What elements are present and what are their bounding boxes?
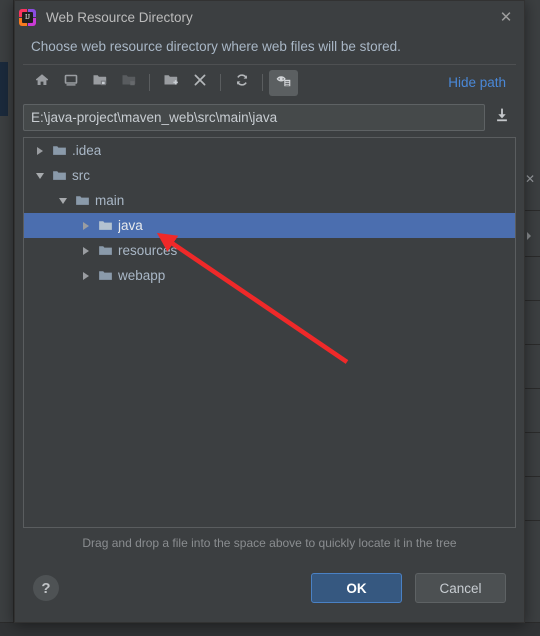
refresh-button[interactable] [227,70,256,96]
drag-drop-hint: Drag and drop a file into the space abov… [82,536,457,550]
download-icon [493,106,511,129]
home-button[interactable] [27,70,56,96]
project-directory-button[interactable] [85,70,114,96]
desktop-icon [63,72,79,93]
hide-path-link[interactable]: Hide path [448,75,512,90]
dialog-title: Web Resource Directory [46,9,193,25]
chevron-right-icon[interactable] [77,271,95,280]
tree-row[interactable]: webapp [24,263,515,288]
tree-item-label: java [118,218,143,233]
desktop-button[interactable] [56,70,85,96]
dialog-title-bar: IJ Web Resource Directory ✕ [15,1,524,33]
help-button[interactable]: ? [33,575,59,601]
delete-button[interactable] [185,70,214,96]
tree-item-label: src [72,168,90,183]
module-folder-icon [121,72,137,93]
close-icon[interactable]: ✕ [494,5,518,29]
download-button[interactable] [488,104,516,131]
background-close-icon: ✕ [524,172,536,186]
project-folder-icon [92,72,108,93]
toolbar-separator [149,74,150,91]
tree-item-label: .idea [72,143,102,158]
file-chooser-toolbar: Hide path [23,64,516,100]
tree-row[interactable]: resources [24,238,515,263]
ide-status-bar [0,622,540,636]
tree-row[interactable]: src [24,163,515,188]
dialog-subtitle: Choose web resource directory where web … [31,39,401,54]
folder-icon [95,268,115,283]
show-hidden-files-icon [276,72,292,93]
tree-row-selected[interactable]: java [24,213,515,238]
delete-icon [192,72,208,93]
chevron-down-icon[interactable] [31,172,49,179]
tree-item-label: main [95,193,125,208]
tree-row[interactable]: .idea [24,138,515,163]
new-folder-button[interactable] [156,70,185,96]
new-folder-icon [163,72,179,93]
dialog-button-bar: ? OK Cancel [15,560,524,622]
intellij-idea-icon: IJ [19,8,36,26]
directory-tree[interactable]: .idea src main java resources webapp [23,137,516,528]
web-resource-directory-dialog: IJ Web Resource Directory ✕ Choose web r… [14,0,525,623]
toolbar-separator [262,74,263,91]
tree-row[interactable]: main [24,188,515,213]
background-expand-icon [527,232,531,240]
chevron-down-icon[interactable] [54,197,72,204]
show-hidden-files-button[interactable] [269,69,298,96]
ok-button[interactable]: OK [311,573,402,603]
ide-left-toolwindow-strip [0,0,14,636]
toolbar-separator [220,74,221,91]
module-directory-button[interactable] [114,70,143,96]
path-row [23,104,516,131]
refresh-icon [234,72,250,93]
chevron-right-icon[interactable] [77,246,95,255]
home-icon [34,72,50,93]
tree-item-label: webapp [118,268,166,283]
ide-left-active-tab-marker [0,62,8,116]
folder-icon [72,193,92,208]
cancel-button[interactable]: Cancel [415,573,506,603]
folder-icon [95,218,115,233]
folder-icon [49,168,69,183]
folder-icon [95,243,115,258]
path-input[interactable] [23,104,485,131]
tree-item-label: resources [118,243,178,258]
folder-icon [49,143,69,158]
chevron-right-icon[interactable] [31,146,49,155]
chevron-right-icon[interactable] [77,221,95,230]
